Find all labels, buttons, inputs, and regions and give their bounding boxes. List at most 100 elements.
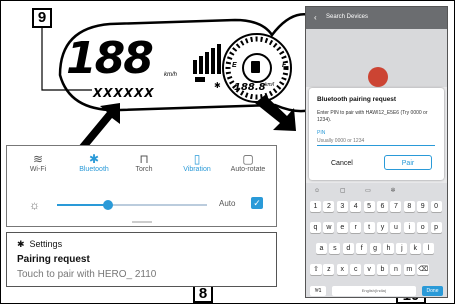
unit-kmh: km/h <box>164 72 178 78</box>
key-6[interactable]: 6 <box>377 201 388 212</box>
key-z[interactable]: z <box>323 264 335 275</box>
qs-bluetooth-label: Bluetooth <box>79 166 109 173</box>
phone-pairing-screen: ‹ Search Devices Bluetooth pairing reque… <box>305 6 448 298</box>
brightness-icon: ☼ <box>29 198 40 212</box>
fuel-empty-mark: E <box>232 62 237 69</box>
brightness-slider-fill <box>57 204 108 206</box>
key-k[interactable]: k <box>409 243 421 254</box>
pin-input[interactable] <box>317 136 435 146</box>
qs-auto-rotate[interactable]: ▢ Auto-rotate <box>223 152 273 173</box>
phone-header-title: Search Devices <box>326 14 369 20</box>
key-8[interactable]: 8 <box>403 201 415 212</box>
odometer-placeholder: XXXXXX <box>93 86 155 100</box>
key-b[interactable]: b <box>377 264 388 275</box>
key-q[interactable]: q <box>310 222 321 233</box>
back-arrow-icon[interactable]: ‹ <box>314 13 317 22</box>
figure-stage: 188 km/h XXXXXX 188.8 km/l E F ✱ 9 8 10 … <box>0 0 457 306</box>
pairing-notification[interactable]: ✱ Settings Pairing request Touch to pair … <box>6 232 277 287</box>
notification-title: Pairing request <box>17 254 90 265</box>
key-j[interactable]: j <box>396 243 408 254</box>
brightness-slider-track[interactable] <box>57 200 207 210</box>
qs-vibration[interactable]: ▯ Vibration <box>172 152 222 173</box>
qs-wifi[interactable]: ≋ Wi-Fi <box>13 152 63 173</box>
cancel-button[interactable]: Cancel <box>331 160 353 167</box>
settings-gear-icon[interactable]: ✲ <box>391 188 396 194</box>
device-list-background <box>306 29 447 87</box>
bluetooth-icon: ✱ <box>88 152 100 166</box>
meter-bluetooth-icon: ✱ <box>214 81 221 90</box>
key-s[interactable]: s <box>329 243 341 254</box>
vibration-icon: ▯ <box>193 152 201 166</box>
key-f[interactable]: f <box>356 243 368 254</box>
callout-9: 9 <box>32 8 52 28</box>
key-x[interactable]: x <box>336 264 348 275</box>
key-c[interactable]: c <box>350 264 362 275</box>
notification-app-name: Settings <box>29 239 63 249</box>
quick-settings-panel: ≋ Wi-Fi ✱ Bluetooth ⊓ Torch ▯ Vibration … <box>6 145 277 227</box>
key-h[interactable]: h <box>383 243 394 254</box>
qs-vibration-label: Vibration <box>183 166 211 173</box>
emoji-icon[interactable]: ☺ <box>314 188 320 194</box>
key-4[interactable]: 4 <box>350 201 362 212</box>
key-5[interactable]: 5 <box>363 201 375 212</box>
notification-header: ✱ Settings <box>17 239 62 250</box>
trip-display: 188.8 <box>234 82 266 93</box>
auto-brightness-checkbox[interactable]: ✓ <box>251 197 263 209</box>
auto-rotate-icon: ▢ <box>242 152 254 166</box>
brightness-auto-label: Auto <box>219 199 236 208</box>
panel-handle[interactable] <box>132 221 152 223</box>
key-d[interactable]: d <box>342 243 354 254</box>
dialog-title: Bluetooth pairing request <box>317 96 397 103</box>
key-u[interactable]: u <box>390 222 402 233</box>
key-t[interactable]: t <box>363 222 375 233</box>
key-⇧[interactable]: ⇧ <box>310 264 322 275</box>
device-avatar <box>368 67 388 87</box>
space-bar[interactable]: English(India) <box>332 286 416 296</box>
key-r[interactable]: r <box>350 222 362 233</box>
key-y[interactable]: y <box>377 222 388 233</box>
symbols-key[interactable]: !#1 <box>310 286 326 296</box>
key-p[interactable]: p <box>430 222 442 233</box>
qs-auto-rotate-label: Auto-rotate <box>230 166 266 173</box>
speed-display: 188 <box>66 33 154 84</box>
key-9[interactable]: 9 <box>417 201 429 212</box>
key-7[interactable]: 7 <box>390 201 402 212</box>
key-v[interactable]: v <box>363 264 375 275</box>
key-i[interactable]: i <box>403 222 415 233</box>
key-1[interactable]: 1 <box>310 201 321 212</box>
phone-app-bar: ‹ Search Devices <box>306 7 447 29</box>
qs-torch-label: Torch <box>135 166 153 173</box>
pair-button[interactable]: Pair <box>384 155 432 170</box>
fuel-pump-icon <box>251 61 260 73</box>
on-screen-keyboard: ☺ ▢ ▭ ✲ !#1 English(India) Done 12345678… <box>306 183 447 297</box>
battery-icon <box>195 77 205 82</box>
key-m[interactable]: m <box>403 264 415 275</box>
key-2[interactable]: 2 <box>323 201 335 212</box>
key-3[interactable]: 3 <box>336 201 348 212</box>
key-n[interactable]: n <box>390 264 402 275</box>
key-e[interactable]: e <box>336 222 348 233</box>
key-l[interactable]: l <box>423 243 435 254</box>
unit-kml: km/l <box>265 82 275 88</box>
key-w[interactable]: w <box>323 222 335 233</box>
notification-body: Touch to pair with HERO_ 2110 <box>17 269 157 280</box>
qs-wifi-label: Wi-Fi <box>29 166 47 173</box>
keyboard-icon[interactable]: ▭ <box>365 188 371 194</box>
wifi-icon: ≋ <box>32 152 44 166</box>
key-0[interactable]: 0 <box>430 201 442 212</box>
bluetooth-icon: ✱ <box>17 239 25 249</box>
done-key[interactable]: Done <box>422 286 443 296</box>
key-g[interactable]: g <box>369 243 381 254</box>
qs-bluetooth[interactable]: ✱ Bluetooth <box>69 152 119 173</box>
key-o[interactable]: o <box>417 222 429 233</box>
torch-icon: ⊓ <box>139 152 149 166</box>
pairing-dialog: Bluetooth pairing request Enter PIN to p… <box>309 88 444 180</box>
clipboard-icon[interactable]: ▢ <box>340 188 346 194</box>
key-a[interactable]: a <box>316 243 327 254</box>
key-⌫[interactable]: ⌫ <box>417 264 430 275</box>
brightness-slider-knob[interactable] <box>103 200 113 210</box>
qs-torch[interactable]: ⊓ Torch <box>119 152 169 173</box>
fuel-full-mark: F <box>282 62 287 69</box>
dialog-text: Enter PIN to pair with HAWI12_E5E6 (Try … <box>317 110 428 123</box>
keyboard-toolbar: ☺ ▢ ▭ ✲ <box>310 187 443 197</box>
